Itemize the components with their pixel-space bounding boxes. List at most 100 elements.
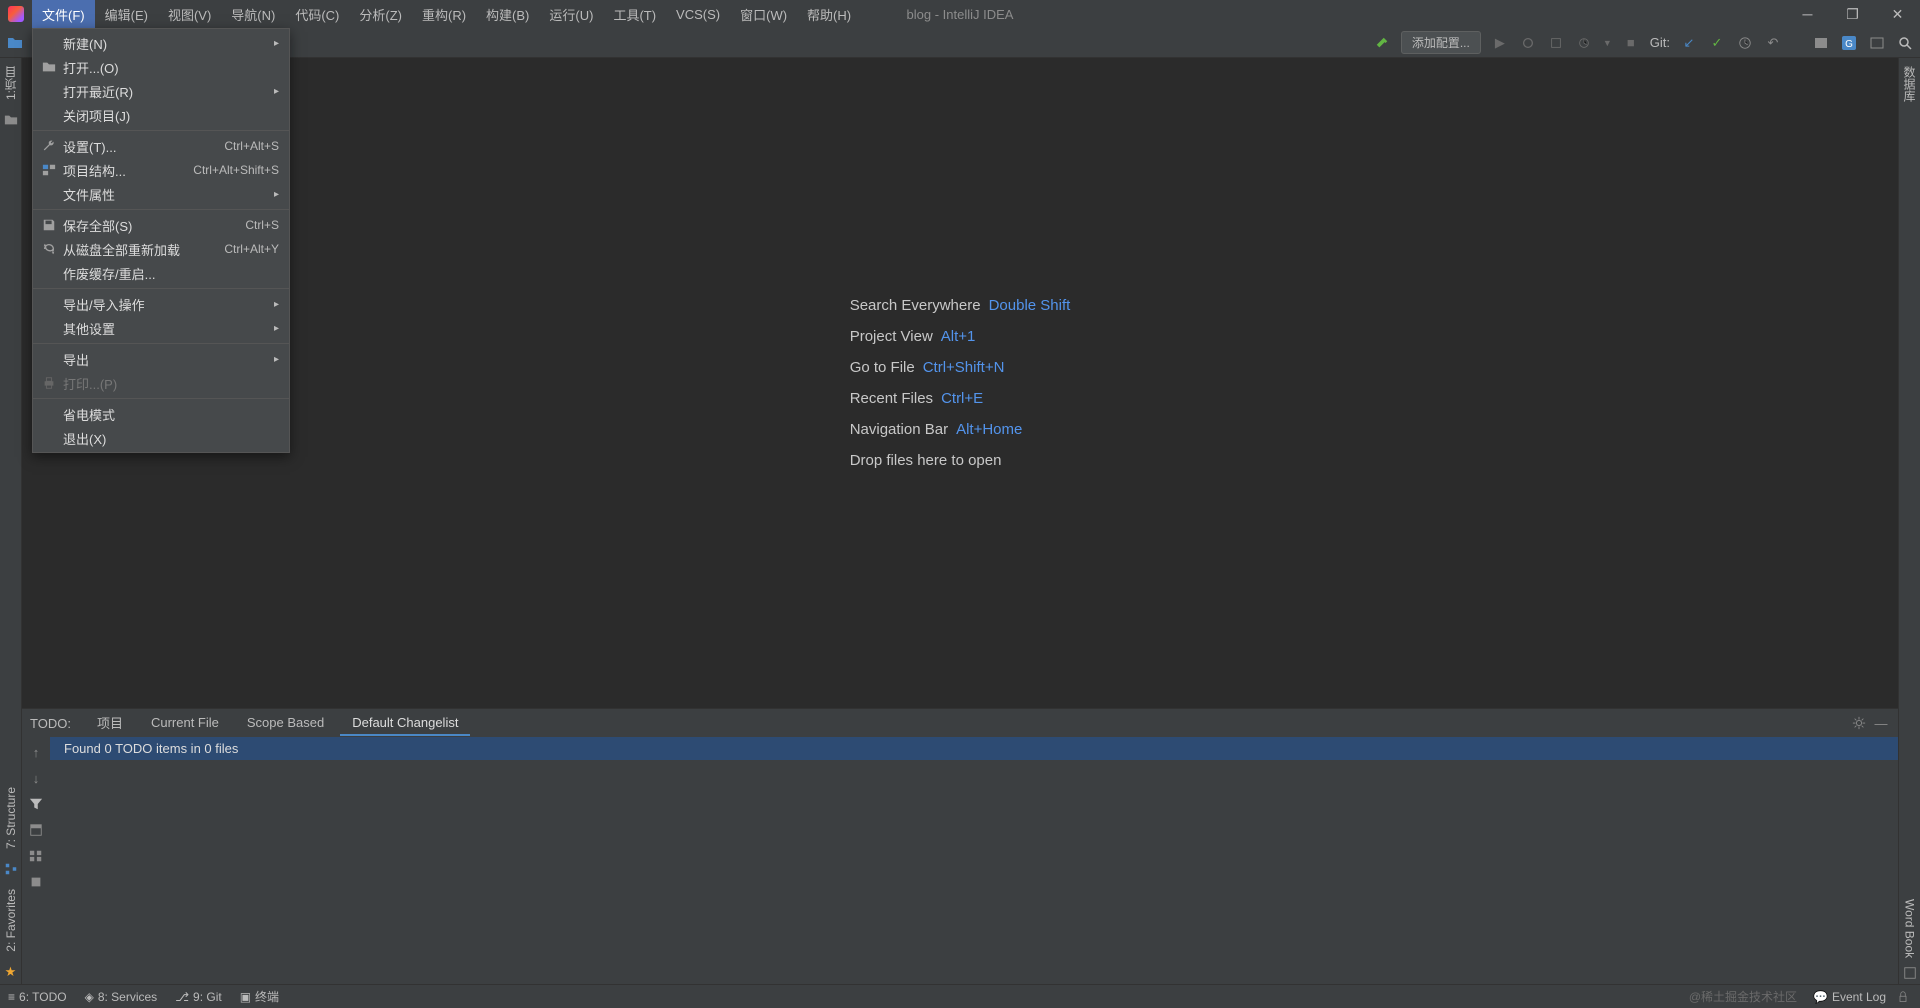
git-history-icon[interactable] bbox=[1736, 34, 1754, 52]
menu-refactor[interactable]: 重构(R) bbox=[412, 0, 476, 28]
menu-tools[interactable]: 工具(T) bbox=[603, 0, 666, 28]
folder-icon[interactable] bbox=[3, 112, 19, 128]
status-terminal[interactable]: ▣ 终端 bbox=[240, 988, 279, 1005]
menu-save-all[interactable]: 保存全部(S)Ctrl+S bbox=[33, 213, 289, 237]
menu-window[interactable]: 窗口(W) bbox=[730, 0, 797, 28]
menu-settings[interactable]: 设置(T)...Ctrl+Alt+S bbox=[33, 134, 289, 158]
title-bar: 文件(F) 编辑(E) 视图(V) 导航(N) 代码(C) 分析(Z) 重构(R… bbox=[0, 0, 1920, 28]
hint-drop-label: Drop files here to open bbox=[850, 452, 1002, 469]
menu-export-import[interactable]: 导出/导入操作▸ bbox=[33, 292, 289, 316]
favorites-tool-tab[interactable]: 2: Favorites bbox=[2, 881, 20, 960]
hint-search-label: Search Everywhere bbox=[850, 297, 981, 314]
coverage-icon[interactable] bbox=[1547, 34, 1565, 52]
hint-recent-label: Recent Files bbox=[850, 390, 933, 407]
arrow-down-icon[interactable]: ↓ bbox=[27, 769, 45, 787]
status-git[interactable]: ⎇ 9: Git bbox=[175, 990, 222, 1004]
menu-analyze[interactable]: 分析(Z) bbox=[349, 0, 412, 28]
editor-empty-area[interactable]: Search Everywhere Double Shift Project Vi… bbox=[22, 58, 1898, 708]
todo-tab-changelist[interactable]: Default Changelist bbox=[340, 711, 470, 736]
menu-run[interactable]: 运行(U) bbox=[539, 0, 603, 28]
filter-icon[interactable] bbox=[27, 795, 45, 813]
menu-exit[interactable]: 退出(X) bbox=[33, 426, 289, 450]
wordbook-tool-tab[interactable]: Word Book bbox=[1901, 891, 1919, 966]
menu-code[interactable]: 代码(C) bbox=[285, 0, 349, 28]
todo-header: TODO: 项目 Current File Scope Based Defaul… bbox=[22, 709, 1898, 737]
menu-invalidate-cache[interactable]: 作废缓存/重启... bbox=[33, 261, 289, 285]
menu-file[interactable]: 文件(F) bbox=[32, 0, 95, 28]
menu-project-structure[interactable]: 项目结构...Ctrl+Alt+Shift+S bbox=[33, 158, 289, 182]
hammer-icon[interactable] bbox=[1373, 34, 1391, 52]
event-log-button[interactable]: 💬 Event Log bbox=[1813, 990, 1886, 1004]
menu-export[interactable]: 导出▸ bbox=[33, 347, 289, 371]
menu-new[interactable]: 新建(N)▸ bbox=[33, 31, 289, 55]
todo-title: TODO: bbox=[30, 716, 71, 731]
status-services[interactable]: ◈ 8: Services bbox=[85, 990, 158, 1004]
lock-icon[interactable] bbox=[1894, 988, 1912, 1006]
minimize-button[interactable]: ─ bbox=[1785, 0, 1830, 28]
translate-icon[interactable]: G bbox=[1840, 34, 1858, 52]
group-icon[interactable] bbox=[27, 847, 45, 865]
todo-tab-currentfile[interactable]: Current File bbox=[139, 711, 231, 736]
star-icon[interactable]: ★ bbox=[3, 964, 19, 980]
search-icon[interactable] bbox=[1896, 34, 1914, 52]
menu-help[interactable]: 帮助(H) bbox=[797, 0, 861, 28]
git-commit-icon[interactable]: ✓ bbox=[1708, 34, 1726, 52]
app-icon bbox=[8, 6, 24, 22]
menu-print[interactable]: 打印...(P) bbox=[33, 371, 289, 395]
menu-file-properties[interactable]: 文件属性▸ bbox=[33, 182, 289, 206]
preview-icon[interactable] bbox=[27, 821, 45, 839]
todo-tab-scope[interactable]: Scope Based bbox=[235, 711, 336, 736]
left-tool-strip: 1:项目 7: Structure 2: Favorites ★ bbox=[0, 58, 22, 984]
profile-icon[interactable] bbox=[1575, 34, 1593, 52]
menu-close-project[interactable]: 关闭项目(J) bbox=[33, 103, 289, 127]
arrow-up-icon[interactable]: ↑ bbox=[27, 743, 45, 761]
hide-icon[interactable]: — bbox=[1872, 714, 1890, 732]
menu-power-save[interactable]: 省电模式 bbox=[33, 402, 289, 426]
todo-tab-project[interactable]: 项目 bbox=[85, 709, 135, 738]
close-button[interactable]: ✕ bbox=[1875, 0, 1920, 28]
menu-build[interactable]: 构建(B) bbox=[476, 0, 539, 28]
menu-other-settings[interactable]: 其他设置▸ bbox=[33, 316, 289, 340]
menu-view[interactable]: 视图(V) bbox=[158, 0, 221, 28]
project-tool-tab[interactable]: 1:项目 bbox=[0, 58, 21, 108]
menu-navigate[interactable]: 导航(N) bbox=[221, 0, 285, 28]
menu-separator bbox=[33, 398, 289, 399]
chevron-down-icon[interactable]: ▼ bbox=[1603, 38, 1612, 48]
debug-icon[interactable] bbox=[1519, 34, 1537, 52]
project-folder-icon[interactable] bbox=[6, 34, 24, 52]
maximize-button[interactable]: ❐ bbox=[1830, 0, 1875, 28]
git-revert-icon[interactable]: ↶ bbox=[1764, 34, 1782, 52]
status-todo[interactable]: ≡ 6: TODO bbox=[8, 990, 67, 1004]
menu-open-recent[interactable]: 打开最近(R)▸ bbox=[33, 79, 289, 103]
corner-icon[interactable] bbox=[1903, 966, 1917, 980]
database-tool-tab[interactable]: 数据库 bbox=[1899, 58, 1920, 110]
hint-gotofile-key: Ctrl+Shift+N bbox=[923, 359, 1005, 376]
structure-tool-tab[interactable]: 7: Structure bbox=[2, 779, 20, 857]
menu-separator bbox=[33, 343, 289, 344]
run-config-dropdown[interactable]: 添加配置... bbox=[1401, 31, 1481, 54]
todo-content: Found 0 TODO items in 0 files bbox=[50, 737, 1898, 984]
structure-icon[interactable] bbox=[3, 861, 19, 877]
hint-project-label: Project View bbox=[850, 328, 933, 345]
menu-vcs[interactable]: VCS(S) bbox=[666, 0, 730, 28]
tool3-icon[interactable] bbox=[1868, 34, 1886, 52]
gear-icon[interactable] bbox=[1850, 714, 1868, 732]
expand-icon[interactable] bbox=[27, 873, 45, 891]
file-menu-dropdown: 新建(N)▸ 打开...(O) 打开最近(R)▸ 关闭项目(J) 设置(T)..… bbox=[32, 28, 290, 453]
editor-hints: Search Everywhere Double Shift Project Vi… bbox=[850, 283, 1071, 483]
menu-separator bbox=[33, 288, 289, 289]
menu-edit[interactable]: 编辑(E) bbox=[95, 0, 158, 28]
status-bar: ≡ 6: TODO ◈ 8: Services ⎇ 9: Git ▣ 终端 @稀… bbox=[0, 984, 1920, 1008]
hint-project-key: Alt+1 bbox=[941, 328, 976, 345]
tool1-icon[interactable] bbox=[1812, 34, 1830, 52]
watermark-text: @稀土掘金技术社区 bbox=[1689, 988, 1797, 1005]
window-controls: ─ ❐ ✕ bbox=[1785, 0, 1920, 28]
run-icon[interactable]: ▶ bbox=[1491, 34, 1509, 52]
menu-open[interactable]: 打开...(O) bbox=[33, 55, 289, 79]
menu-reload-from-disk[interactable]: 从磁盘全部重新加载Ctrl+Alt+Y bbox=[33, 237, 289, 261]
git-update-icon[interactable]: ↙ bbox=[1680, 34, 1698, 52]
hint-search-key: Double Shift bbox=[989, 297, 1071, 314]
stop-icon[interactable]: ■ bbox=[1622, 34, 1640, 52]
todo-panel: TODO: 项目 Current File Scope Based Defaul… bbox=[22, 708, 1898, 984]
wrench-icon bbox=[41, 138, 57, 154]
